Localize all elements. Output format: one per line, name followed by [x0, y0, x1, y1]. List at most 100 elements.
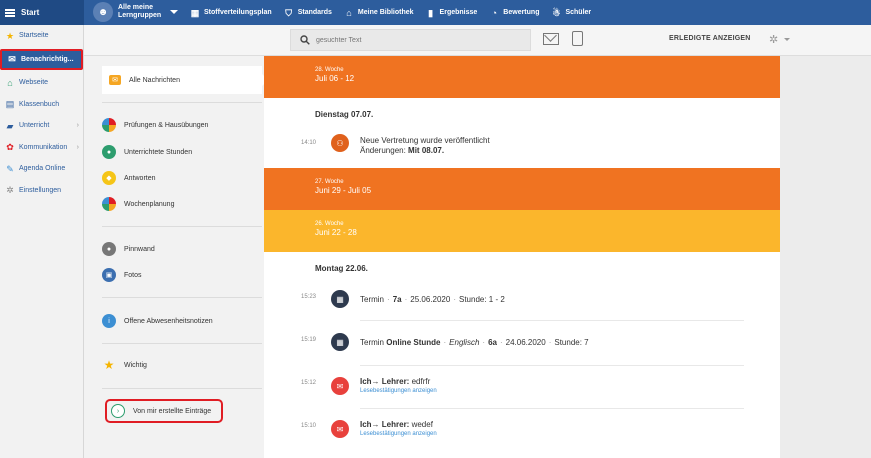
calendar-event-icon: ▦ [331, 333, 349, 351]
filter-wochenplanung[interactable]: Wochenplanung [102, 194, 262, 214]
entry-text: Termin Online Stunde · Englisch · 6a · 24.06.2… [360, 338, 589, 347]
week-range: Juni 22 - 28 [315, 228, 357, 237]
entry-line1: Neue Vertretung wurde veröffentlicht [360, 136, 490, 145]
divider [102, 343, 262, 344]
filter-label: Alle Nachrichten [129, 76, 180, 84]
sidebar-item-label: Klassenbuch [19, 100, 60, 108]
clipboard-icon[interactable] [572, 31, 583, 46]
sidebar-item-webseite[interactable]: ⌂ Webseite [0, 72, 83, 94]
entry-time: 15:10 [301, 423, 317, 429]
entry-text: Neue Vertretung wurde veröffentlicht Ände… [360, 136, 490, 156]
info-icon: i [102, 314, 116, 328]
sidebar-item-label: Benachrichtig... [21, 55, 74, 63]
entry-text: Termin · 7a · 25.06.2020 · Stunde: 1 - 2 [360, 295, 505, 304]
filter-alle-nachrichten[interactable]: ✉ Alle Nachrichten [102, 66, 268, 94]
week-range: Juni 29 - Juli 05 [315, 186, 372, 195]
filter-label: Wochenplanung [124, 200, 175, 208]
filter-panel: ✉ Alle Nachrichten Prüfungen & Hausübunge… [84, 56, 268, 458]
sidebar-item-unterricht[interactable]: ▰ Unterricht › [0, 115, 83, 137]
filter-pruefungen[interactable]: Prüfungen & Hausübungen [102, 115, 262, 135]
divider [102, 388, 262, 389]
nav-ergebnisse[interactable]: ▮ Ergebnisse [426, 7, 478, 18]
filter-pinnwand[interactable]: ● Pinnwand [102, 239, 262, 259]
entry-type: Termin [360, 338, 385, 347]
sidebar-item-benachrichtigungen[interactable]: ✉ Benachrichtig... [0, 48, 83, 70]
nav-bewertung[interactable]: ◔ Bewertung [489, 8, 540, 18]
read-receipts-link[interactable]: Lesebestätigungen anzeigen [360, 388, 437, 394]
substitution-icon: ⚇ [331, 134, 349, 152]
envelope-icon: ✉ [109, 75, 121, 85]
bar-chart-icon: ▮ [428, 7, 434, 18]
start-label: Start [21, 8, 40, 17]
nav-meine-bibliothek[interactable]: ⌂ Meine Bibliothek [344, 8, 414, 18]
envelope-icon: ✉ [331, 377, 349, 395]
nav-label: Bewertung [503, 9, 540, 16]
entry-divider [360, 320, 744, 321]
filter-offene-abwesenheitsnotizen[interactable]: i Offene Abwesenheitsnotizen [102, 311, 262, 331]
multicolor-icon [102, 118, 116, 132]
nav-label: Standards [297, 9, 332, 16]
message-feed: 28. Woche Juli 06 - 12 Dienstag 07.07. 1… [264, 56, 780, 458]
sidebar-item-agenda-online[interactable]: ✎ Agenda Online [0, 158, 83, 180]
start-button[interactable]: Start [0, 0, 84, 25]
envelope-icon: ✉ [8, 54, 16, 65]
week-header-26: 26. Woche Juni 22 - 28 [264, 210, 780, 252]
entry-time: 15:19 [301, 337, 317, 343]
search-box[interactable] [290, 29, 531, 51]
filter-von-mir-erstellte[interactable]: › Von mir erstellte Einträge [105, 399, 223, 423]
toolbar: ERLEDIGTE ANZEIGEN ✲ [84, 25, 871, 56]
sidebar: ★ Startseite ✉ Benachrichtig... ⌂ Webseite … [0, 25, 84, 458]
week-label: 28. Woche [315, 67, 344, 73]
sidebar-item-einstellungen[interactable]: ✲ Einstellungen [0, 180, 83, 202]
main-nav: ▦ Stoffverteilungsplan ⛉ Standards ⌂ Meine … [190, 0, 591, 25]
sidebar-item-klassenbuch[interactable]: ▤ Klassenbuch [0, 94, 83, 116]
nav-label: Stoffverteilungsplan [204, 9, 272, 16]
filter-label: Pinnwand [124, 245, 155, 253]
entry-text: Ich→ Lehrer: wedef [360, 420, 433, 430]
shield-icon: ⛉ [285, 7, 293, 18]
filter-wichtig[interactable]: ★ Wichtig [102, 355, 262, 375]
search-input[interactable] [316, 36, 516, 44]
day-heading: Dienstag 07.07. [315, 110, 374, 119]
filter-label: Von mir erstellte Einträge [133, 407, 212, 415]
entry-line2-value: Mit 08.07. [408, 146, 445, 155]
erledigte-anzeigen-button[interactable]: ERLEDIGTE ANZEIGEN [669, 35, 751, 42]
sidebar-item-startseite[interactable]: ★ Startseite [0, 25, 83, 47]
divider [102, 102, 262, 103]
nav-standards[interactable]: ⛉ Standards [284, 8, 332, 18]
lerngruppen-line1: Alle meine [118, 4, 154, 11]
calendar-icon [102, 197, 116, 211]
filter-label: Unterrichtete Stunden [124, 148, 193, 156]
sidebar-item-label: Startseite [19, 32, 49, 40]
week-header-28: 28. Woche Juli 06 - 12 [264, 56, 780, 98]
filter-unterrichtete-stunden[interactable]: ● Unterrichtete Stunden [102, 142, 262, 162]
nav-stoffverteilungsplan[interactable]: ▦ Stoffverteilungsplan [190, 8, 272, 18]
entry-sender: Ich→ Lehrer: [360, 420, 410, 429]
star-icon: ★ [103, 358, 115, 372]
nav-schueler[interactable]: ☃ Schüler [551, 8, 591, 18]
entry-divider [360, 408, 744, 409]
lerngruppen-selector[interactable]: ☻ Alle meine Lerngruppen [93, 2, 179, 22]
entry-class: 7a [392, 295, 402, 304]
nav-label: Schüler [565, 9, 592, 16]
filter-fotos[interactable]: ▣ Fotos [102, 265, 262, 285]
envelope-icon[interactable] [543, 33, 559, 45]
entry-lesson: Stunde: 7 [554, 338, 589, 347]
nav-label: Meine Bibliothek [357, 9, 414, 16]
book-icon: ▤ [5, 99, 15, 110]
reply-icon: ◆ [102, 171, 116, 185]
gear-icon[interactable]: ✲ [769, 33, 778, 46]
nav-label: Ergebnisse [439, 9, 478, 16]
star-icon: ★ [5, 30, 15, 41]
search-icon [300, 35, 310, 45]
chevron-down-icon[interactable] [784, 38, 790, 41]
group-icon: ☻ [93, 2, 113, 22]
sidebar-item-kommunikation[interactable]: ✿ Kommunikation › [0, 137, 83, 159]
filter-label: Fotos [124, 271, 142, 279]
filter-antworten[interactable]: ◆ Antworten [102, 168, 262, 188]
chevron-right-icon: › [76, 122, 79, 130]
entry-time: 15:23 [301, 294, 317, 300]
entry-text: Ich→ Lehrer: edfrfr [360, 377, 430, 387]
entry-sender: Ich→ Lehrer: [360, 377, 410, 386]
read-receipts-link[interactable]: Lesebestätigungen anzeigen [360, 431, 437, 437]
